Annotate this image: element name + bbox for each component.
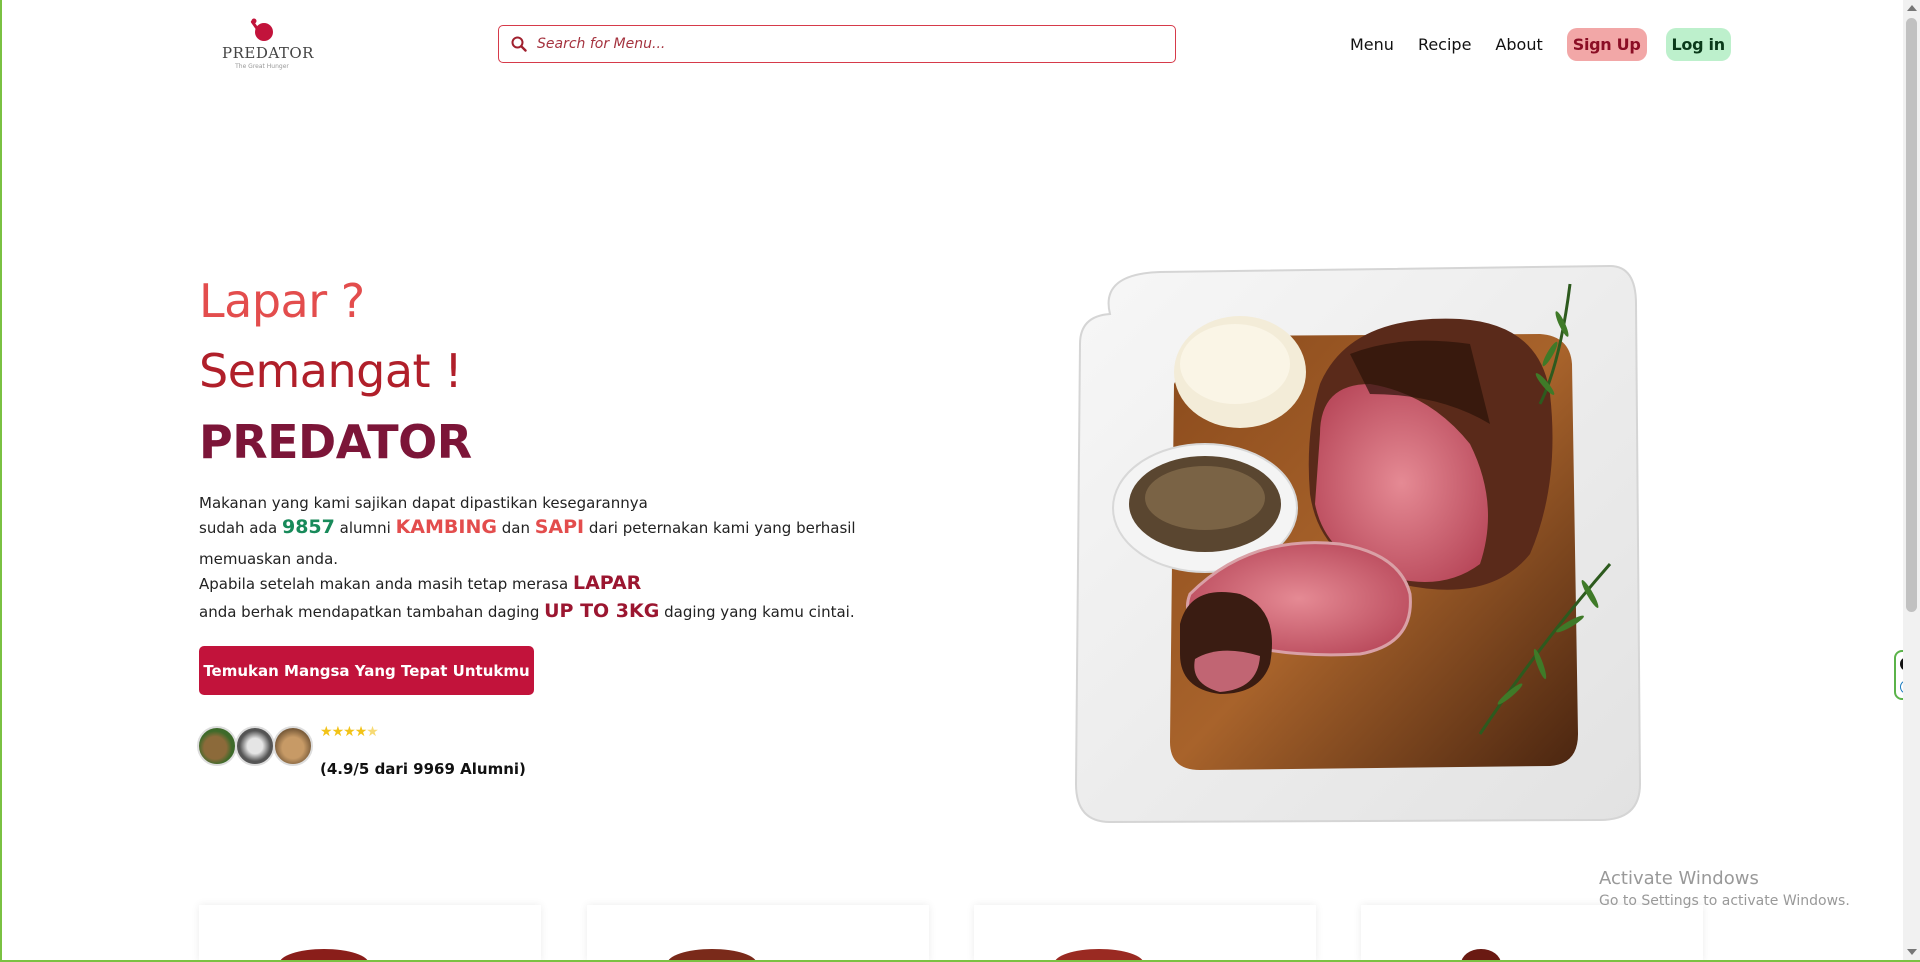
scrollbar[interactable] [1903, 0, 1920, 960]
alumni-avatars [197, 726, 313, 766]
logo-text: PREDATOR [222, 44, 314, 62]
desc-line-2: sudah ada 9857 alumni KAMBING dan SAPI d… [199, 518, 856, 537]
desc-text: sudah ada [199, 519, 282, 537]
activate-title: Activate Windows [1599, 868, 1759, 889]
avatar [235, 726, 275, 766]
brand-logo[interactable]: PREDATOR The Great Hunger [222, 18, 314, 72]
nav-recipe-link[interactable]: Recipe [1418, 35, 1471, 54]
activate-windows-watermark: Activate Windows Go to Settings to activ… [1599, 868, 1850, 909]
star-icon: ★ [331, 724, 345, 740]
desc-text: anda berhak mendapatkan tambahan daging [199, 603, 545, 621]
menu-card[interactable] [1361, 905, 1703, 962]
star-half-icon: ★ [366, 724, 379, 740]
nav-menu-link[interactable]: Menu [1350, 35, 1394, 54]
desc-text: alumni [334, 519, 396, 537]
menu-card-image [1054, 949, 1144, 962]
desc-line-3: memuaskan anda. [199, 552, 338, 567]
avatar [273, 726, 313, 766]
activate-subtitle: Go to Settings to activate Windows. [1599, 893, 1850, 909]
scroll-thumb[interactable] [1906, 18, 1917, 612]
desc-text: dari peternakan kami yang berhasil [584, 519, 856, 537]
highlight-up-to-3kg: UP TO 3KG [544, 600, 660, 622]
star-icon: ★ [354, 724, 368, 740]
menu-card[interactable] [587, 905, 929, 962]
signup-button[interactable]: Sign Up [1566, 28, 1647, 61]
menu-card[interactable] [199, 905, 541, 962]
menu-card-image [1461, 949, 1501, 962]
highlight-kambing: KAMBING [395, 516, 497, 538]
hero-heading-lapar: Lapar ? [199, 274, 365, 328]
rating-text: (4.9/5 dari 9969 Alumni) [320, 760, 526, 778]
search-input[interactable] [537, 36, 1137, 52]
avatar [197, 726, 237, 766]
logo-tagline: The Great Hunger [235, 63, 289, 70]
highlight-sapi: SAPI [534, 516, 585, 538]
desc-line-1: Makanan yang kami sajikan dapat dipastik… [199, 496, 648, 511]
find-prey-button[interactable]: Temukan Mangsa Yang Tepat Untukmu [199, 646, 534, 695]
highlight-lapar: LAPAR [572, 572, 642, 594]
desc-text: dan [496, 519, 535, 537]
drumstick-icon [250, 18, 273, 41]
hero-heading-predator: PREDATOR [199, 415, 472, 469]
desc-line-5: anda berhak mendapatkan tambahan daging … [199, 602, 855, 621]
hero-heading-semangat: Semangat ! [199, 344, 463, 398]
scroll-up-arrow-icon[interactable] [1907, 5, 1917, 11]
desc-text: daging yang kamu cintai. [659, 603, 855, 621]
scroll-down-arrow-icon[interactable] [1907, 949, 1917, 955]
desc-line-4: Apabila setelah makan anda masih tetap m… [199, 574, 641, 593]
search-bar[interactable] [498, 25, 1176, 63]
rating-stars: ★★★★★ [320, 724, 379, 740]
desc-text: Apabila setelah makan anda masih tetap m… [199, 575, 573, 593]
hero-meat-plate-image [1074, 264, 1642, 824]
menu-card[interactable] [974, 905, 1316, 962]
star-icon: ★ [320, 724, 333, 740]
main-nav: Menu Recipe About Sign Up Log in [1350, 28, 1731, 61]
star-icon: ★ [343, 724, 356, 740]
login-button[interactable]: Log in [1665, 28, 1731, 61]
nav-about-link[interactable]: About [1495, 35, 1542, 54]
search-icon [511, 36, 527, 52]
menu-card-image [279, 949, 369, 962]
menu-card-image [667, 949, 757, 962]
desc-text: memuaskan anda. [199, 550, 339, 568]
desc-text: Makanan yang kami sajikan dapat dipastik… [199, 494, 648, 512]
alumni-count: 9857 [281, 516, 335, 538]
